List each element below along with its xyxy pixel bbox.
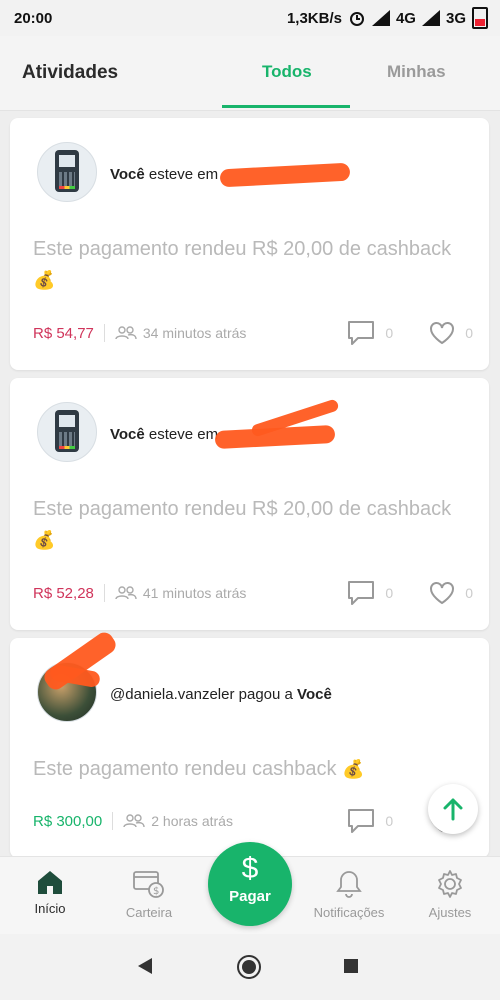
comment-count: 0 (385, 813, 394, 829)
arrow-up-icon (443, 798, 463, 821)
time-ago: 34 minutos atrás (142, 325, 247, 341)
signal-icon (371, 10, 390, 26)
system-nav-bar (0, 934, 500, 1000)
scroll-to-top-button[interactable] (428, 784, 478, 834)
action-text: esteve em (148, 426, 219, 443)
comment-count: 0 (385, 585, 394, 601)
gear-icon (438, 870, 462, 898)
activity-card[interactable]: @daniela.vanzeler pagou a Você Este paga… (10, 629, 489, 858)
nav-label: Ajustes (428, 905, 472, 920)
dollar-icon: $ (241, 852, 259, 885)
status-time: 20:00 (14, 9, 53, 27)
heart-icon[interactable] (429, 321, 455, 345)
cashback-text: Este pagamento rendeu cashback (33, 758, 337, 780)
active-tab-indicator (222, 105, 350, 108)
alarm-icon (349, 12, 364, 26)
net-speed: 1,3KB/s (286, 9, 342, 27)
money-bag-icon: 💰 (33, 270, 56, 290)
actor-name[interactable]: @daniela.vanzeler (110, 686, 234, 703)
tab-todos[interactable]: Todos (262, 62, 312, 82)
target-name[interactable]: Você (297, 686, 332, 703)
network-3g: 3G (445, 9, 466, 27)
cashback-message: Este pagamento rendeu R$ 20,00 de cashba… (33, 494, 473, 556)
card-footer: R$ 300,00 2 horas atrás 0 0 (33, 808, 473, 834)
people-icon (123, 814, 145, 828)
activity-card[interactable]: Você esteve em Este pagamento rendeu R$ … (10, 118, 489, 370)
heart-icon[interactable] (429, 581, 455, 605)
comment-icon[interactable] (347, 580, 375, 606)
nav-item-inicio[interactable]: Início (5, 869, 95, 916)
time-ago: 41 minutos atrás (142, 585, 247, 601)
pay-label: Pagar (229, 888, 271, 905)
nav-item-carteira[interactable]: $ Carteira (104, 869, 194, 920)
amount: R$ 300,00 (33, 812, 103, 830)
activity-card[interactable]: Você esteve em Este pagamento rendeu R$ … (10, 378, 489, 630)
redaction-scribble (219, 162, 351, 188)
card-footer: R$ 54,77 34 minutos atrás 0 0 (33, 320, 473, 346)
nav-item-notificacoes[interactable]: Notificações (304, 869, 394, 920)
signal-icon-2 (421, 10, 440, 26)
nav-label: Notificações (313, 905, 385, 920)
nav-label: Carteira (125, 905, 173, 920)
cashback-message: Este pagamento rendeu cashback 💰 (33, 754, 473, 785)
cashback-text: Este pagamento rendeu R$ 20,00 de cashba… (33, 238, 452, 260)
status-bar: 20:00 1,3KB/s 4G 3G (0, 0, 500, 36)
merchant-terminal-avatar (37, 142, 97, 202)
activity-headline: Você esteve em (110, 426, 218, 443)
back-icon[interactable] (136, 956, 154, 976)
card-terminal-icon (55, 150, 79, 192)
money-bag-icon: 💰 (342, 759, 365, 779)
money-bag-icon: 💰 (33, 530, 56, 550)
recent-apps-icon[interactable] (344, 959, 358, 973)
comment-count: 0 (385, 325, 394, 341)
actor-name[interactable]: Você (110, 166, 145, 183)
actor-name[interactable]: Você (110, 426, 145, 443)
header: Atividades Todos Minhas (0, 36, 500, 111)
people-icon (115, 326, 137, 340)
activity-headline: @daniela.vanzeler pagou a Você (110, 686, 332, 703)
home-circle-icon[interactable] (236, 954, 262, 980)
amount: R$ 52,28 (33, 584, 94, 602)
like-count: 0 (465, 585, 473, 601)
network-4g: 4G (395, 9, 416, 27)
time-ago: 2 horas atrás (151, 813, 233, 829)
comment-icon[interactable] (347, 320, 375, 346)
activity-headline: Você esteve em (110, 166, 218, 183)
tab-minhas[interactable]: Minhas (387, 62, 446, 82)
cashback-message: Este pagamento rendeu R$ 20,00 de cashba… (33, 234, 473, 296)
amount: R$ 54,77 (33, 324, 94, 342)
page-title: Atividades (22, 62, 119, 83)
pay-button[interactable]: $ Pagar (208, 842, 292, 926)
cashback-text: Este pagamento rendeu R$ 20,00 de cashba… (33, 498, 452, 520)
bell-icon (336, 871, 362, 898)
comment-icon[interactable] (347, 808, 375, 834)
nav-label: Início (34, 901, 66, 916)
merchant-terminal-avatar (37, 402, 97, 462)
card-terminal-icon (55, 410, 79, 452)
nav-item-ajustes[interactable]: Ajustes (405, 869, 495, 920)
wallet-icon: $ (133, 871, 164, 898)
card-footer: R$ 52,28 41 minutos atrás 0 0 (33, 580, 473, 606)
battery-icon (472, 7, 488, 29)
like-count: 0 (465, 325, 473, 341)
action-text: esteve em (148, 166, 219, 183)
people-icon (115, 586, 137, 600)
action-text: pagou a (238, 686, 293, 703)
svg-text:$: $ (153, 886, 159, 897)
home-icon (38, 871, 62, 894)
